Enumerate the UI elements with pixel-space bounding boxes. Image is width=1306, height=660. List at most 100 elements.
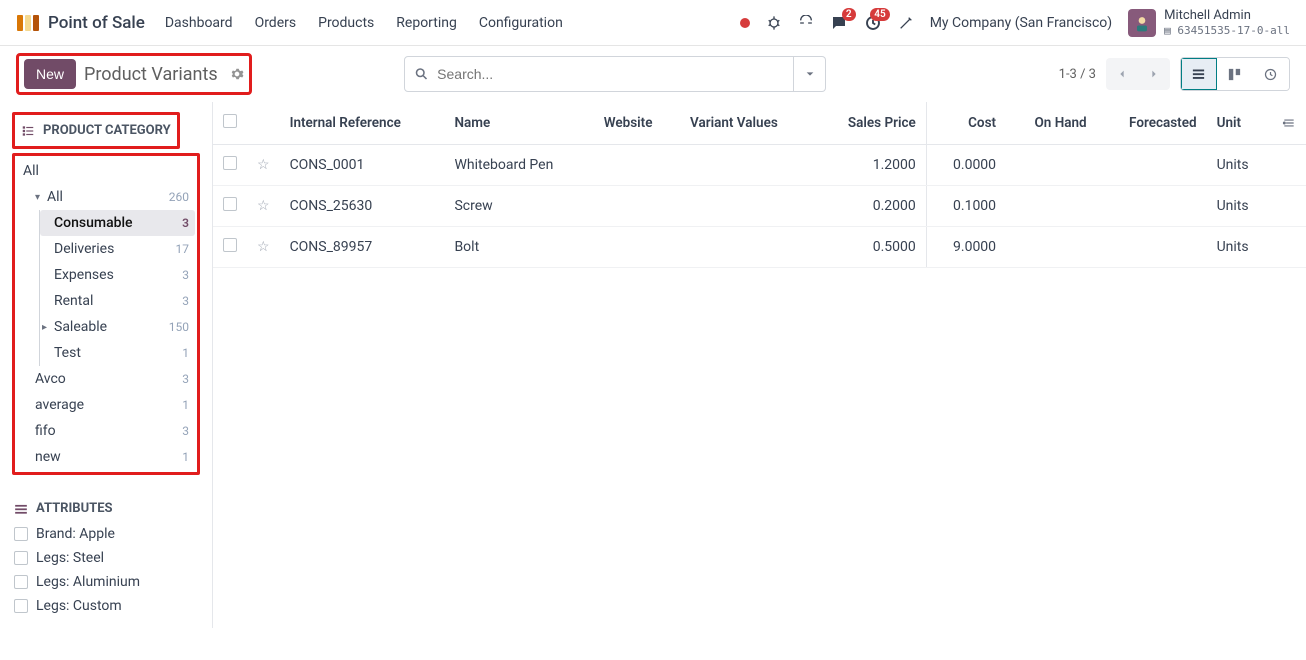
cell-ref: CONS_89957	[280, 227, 445, 268]
column-options-icon[interactable]	[1272, 102, 1306, 145]
star-icon[interactable]: ☆	[257, 157, 270, 173]
category-new[interactable]: new1	[17, 444, 195, 470]
messages-badge: 2	[842, 8, 856, 21]
cell-variant	[680, 186, 815, 227]
cell-unit: Units	[1207, 227, 1272, 268]
attr-brand-apple[interactable]: Brand: Apple	[12, 522, 200, 546]
category-saleable[interactable]: ▸ Saleable150	[40, 314, 195, 340]
search-input[interactable]	[404, 56, 794, 92]
col-sales-price[interactable]: Sales Price	[815, 102, 926, 145]
category-fifo[interactable]: fifo3	[17, 418, 195, 444]
cell-name: Whiteboard Pen	[444, 145, 593, 186]
tools-icon[interactable]	[898, 15, 914, 31]
product-table: Internal Reference Name Website Variant …	[213, 102, 1306, 268]
cell-name: Screw	[444, 186, 593, 227]
col-cost[interactable]: Cost	[926, 102, 1006, 145]
next-page-button[interactable]	[1138, 58, 1170, 90]
category-test[interactable]: Test1	[40, 340, 195, 366]
app-name[interactable]: Point of Sale	[48, 13, 145, 33]
cell-cost: 9.0000	[926, 227, 1006, 268]
star-icon[interactable]: ☆	[257, 239, 270, 255]
row-checkbox[interactable]	[223, 238, 237, 252]
cell-onhand	[1006, 145, 1097, 186]
kanban-view-button[interactable]	[1217, 58, 1253, 90]
activity-badge: 45	[870, 8, 889, 21]
nav-orders[interactable]: Orders	[255, 15, 297, 31]
cell-website	[594, 145, 680, 186]
main-content: Internal Reference Name Website Variant …	[212, 102, 1306, 628]
category-consumable[interactable]: Consumable3	[40, 210, 195, 236]
select-all-checkbox[interactable]	[223, 114, 237, 128]
app-logo-icon[interactable]	[16, 11, 40, 35]
category-header: PRODUCT CATEGORY	[19, 117, 173, 144]
caret-down-icon[interactable]: ▾	[35, 192, 45, 203]
category-expenses[interactable]: Expenses3	[40, 262, 195, 288]
control-bar: New Product Variants 1-3 / 3	[0, 46, 1306, 102]
nav-reporting[interactable]: Reporting	[396, 15, 457, 31]
avatar-icon	[1128, 9, 1156, 37]
category-deliveries[interactable]: Deliveries17	[40, 236, 195, 262]
messages-icon[interactable]: 2	[830, 14, 848, 32]
activity-view-button[interactable]	[1253, 58, 1289, 90]
category-all-root[interactable]: All	[17, 158, 195, 184]
col-internal-reference[interactable]: Internal Reference	[280, 102, 445, 145]
search-dropdown-toggle[interactable]	[794, 56, 826, 92]
cell-forecast	[1097, 186, 1207, 227]
list-view-button[interactable]	[1181, 58, 1217, 90]
user-menu[interactable]: Mitchell Admin ▤ 63451535-17-0-all	[1128, 8, 1290, 37]
prev-page-button[interactable]	[1106, 58, 1138, 90]
col-name[interactable]: Name	[444, 102, 593, 145]
star-icon[interactable]: ☆	[257, 198, 270, 214]
category-average[interactable]: average1	[17, 392, 195, 418]
nav-dashboard[interactable]: Dashboard	[165, 15, 233, 31]
table-row[interactable]: ☆CONS_89957Bolt0.50009.0000Units	[213, 227, 1306, 268]
cell-forecast	[1097, 145, 1207, 186]
cell-onhand	[1006, 186, 1097, 227]
cell-unit: Units	[1207, 145, 1272, 186]
main-nav: Dashboard Orders Products Reporting Conf…	[165, 15, 563, 31]
cell-cost: 0.1000	[926, 186, 1006, 227]
caret-right-icon[interactable]: ▸	[42, 322, 52, 333]
cell-variant	[680, 145, 815, 186]
nav-configuration[interactable]: Configuration	[479, 15, 563, 31]
search-icon	[414, 67, 429, 82]
attr-legs-aluminium[interactable]: Legs: Aluminium	[12, 570, 200, 594]
attr-legs-steel[interactable]: Legs: Steel	[12, 546, 200, 570]
gear-icon[interactable]	[230, 67, 244, 81]
nav-products[interactable]: Products	[318, 15, 374, 31]
support-icon[interactable]	[798, 15, 814, 31]
col-on-hand[interactable]: On Hand	[1006, 102, 1097, 145]
list-icon	[21, 124, 35, 138]
category-all[interactable]: ▾ All 260	[17, 184, 195, 210]
cell-variant	[680, 227, 815, 268]
table-row[interactable]: ☆CONS_25630Screw0.20000.1000Units	[213, 186, 1306, 227]
cell-forecast	[1097, 227, 1207, 268]
record-indicator-icon[interactable]	[740, 18, 750, 28]
category-avco[interactable]: Avco3	[17, 366, 195, 392]
cell-price: 1.2000	[815, 145, 926, 186]
company-selector[interactable]: My Company (San Francisco)	[930, 15, 1112, 31]
col-forecasted[interactable]: Forecasted	[1097, 102, 1207, 145]
user-name: Mitchell Admin	[1164, 8, 1290, 24]
attr-legs-custom[interactable]: Legs: Custom	[12, 594, 200, 618]
cell-unit: Units	[1207, 186, 1272, 227]
database-name: ▤ 63451535-17-0-all	[1164, 24, 1290, 37]
col-website[interactable]: Website	[594, 102, 680, 145]
sidebar: PRODUCT CATEGORY All ▾ All 260 Consumabl…	[0, 102, 212, 628]
activity-icon[interactable]: 45	[864, 14, 882, 32]
new-button[interactable]: New	[24, 59, 76, 89]
row-checkbox[interactable]	[223, 197, 237, 211]
pager-text[interactable]: 1-3 / 3	[1059, 67, 1096, 82]
user-info: Mitchell Admin ▤ 63451535-17-0-all	[1164, 8, 1290, 37]
row-checkbox[interactable]	[223, 156, 237, 170]
cell-name: Bolt	[444, 227, 593, 268]
table-row[interactable]: ☆CONS_0001Whiteboard Pen1.20000.0000Unit…	[213, 145, 1306, 186]
category-rental[interactable]: Rental3	[40, 288, 195, 314]
bug-icon[interactable]	[766, 15, 782, 31]
cell-ref: CONS_0001	[280, 145, 445, 186]
cell-ref: CONS_25630	[280, 186, 445, 227]
col-variant-values[interactable]: Variant Values	[680, 102, 815, 145]
cell-website	[594, 227, 680, 268]
col-unit[interactable]: Unit	[1207, 102, 1272, 145]
cell-website	[594, 186, 680, 227]
